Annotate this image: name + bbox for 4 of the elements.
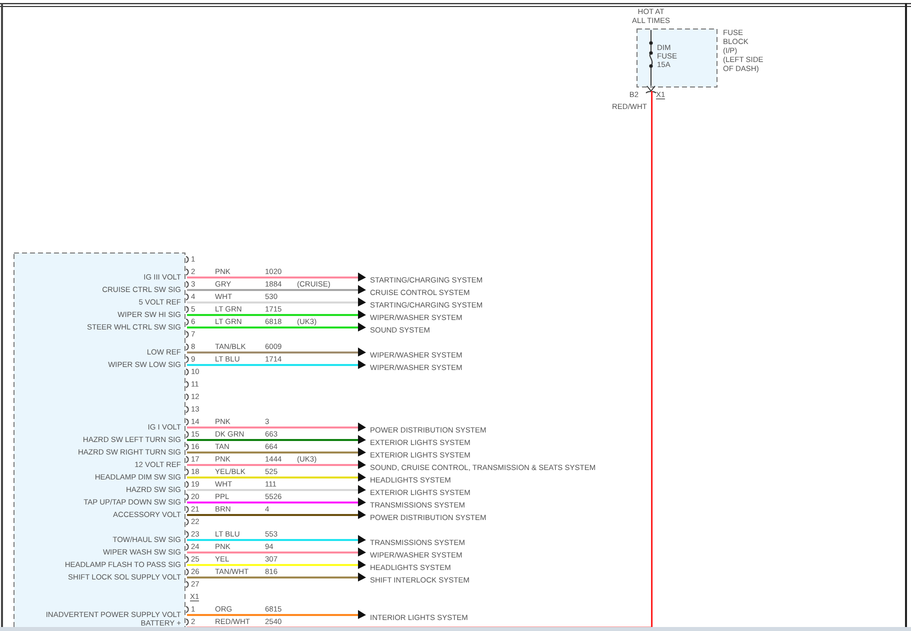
fuse-icon bbox=[649, 30, 653, 86]
connector-pin-icon bbox=[646, 86, 656, 94]
horizontal-scrollbar[interactable] bbox=[0, 627, 911, 631]
arrow-icon bbox=[358, 610, 366, 619]
